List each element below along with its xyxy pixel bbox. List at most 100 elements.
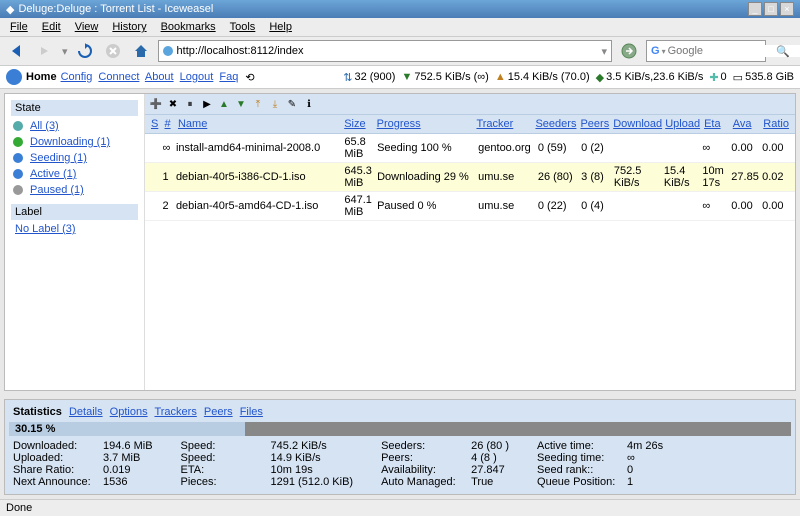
close-button[interactable]: ×: [780, 2, 794, 16]
queue-up-icon[interactable]: ▲: [217, 97, 231, 111]
table-header: S # Name Size Progress Tracker Seeders P…: [145, 115, 795, 134]
col-tracker[interactable]: Tracker: [474, 117, 533, 131]
col-name[interactable]: Name: [176, 117, 342, 131]
stat-dl: 752.5 KiB/s (∞): [414, 71, 488, 83]
preferences-icon[interactable]: ✎: [285, 97, 299, 111]
stat-key: Speed:: [181, 452, 271, 464]
link-connect[interactable]: Connect: [98, 71, 139, 83]
maximize-button[interactable]: □: [764, 2, 778, 16]
stat-conn: 32 (900): [354, 71, 395, 83]
sidebar-state-downloading[interactable]: Downloading (1): [26, 135, 114, 149]
google-icon: G: [651, 45, 660, 57]
remove-icon[interactable]: ✖: [166, 97, 180, 111]
col-upload[interactable]: Upload: [663, 117, 702, 131]
stat-key: Pieces:: [181, 476, 271, 488]
col-s[interactable]: S: [149, 117, 162, 131]
stat-val: 0: [627, 464, 633, 476]
col-num[interactable]: #: [162, 117, 175, 131]
tab-details[interactable]: Details: [69, 406, 103, 418]
search-dropdown-icon[interactable]: ▾: [662, 47, 666, 56]
stop-button[interactable]: [102, 40, 124, 62]
pause-icon[interactable]: ⏸: [183, 97, 197, 111]
menu-bookmarks[interactable]: Bookmarks: [155, 20, 222, 34]
col-eta[interactable]: Eta: [702, 117, 731, 131]
browser-menubar: File Edit View History Bookmarks Tools H…: [0, 18, 800, 37]
menu-view[interactable]: View: [69, 20, 105, 34]
menu-history[interactable]: History: [106, 20, 152, 34]
col-seeders[interactable]: Seeders: [533, 117, 578, 131]
forward-button[interactable]: [34, 40, 56, 62]
stat-key: Downloaded:: [13, 440, 103, 452]
url-bar[interactable]: ▾: [158, 40, 612, 62]
stat-key: Uploaded:: [13, 452, 103, 464]
sidebar-state-seeding[interactable]: Seeding (1): [26, 151, 91, 165]
link-config[interactable]: Config: [61, 71, 93, 83]
menu-help[interactable]: Help: [263, 20, 298, 34]
info-icon[interactable]: ℹ: [302, 97, 316, 111]
table-row[interactable]: 1 debian-40r5-i386-CD-1.iso 645.3 MiB Do…: [145, 163, 795, 192]
tab-files[interactable]: Files: [240, 406, 263, 418]
home-button[interactable]: [130, 40, 152, 62]
sidebar-state-all[interactable]: All (3): [26, 119, 63, 133]
stat-key: Seed rank::: [537, 464, 627, 476]
reload-button[interactable]: [74, 40, 96, 62]
stat-val: 1536: [103, 476, 127, 488]
queue-top-icon[interactable]: ⤒: [251, 97, 265, 111]
table-row[interactable]: ∞ install-amd64-minimal-2008.0 65.8 MiB …: [145, 134, 795, 163]
connections-icon: ⇅: [343, 71, 352, 84]
col-ava[interactable]: Ava: [731, 117, 762, 131]
stat-val: 10m 19s: [271, 464, 313, 476]
stat-val: 26 (80 ): [471, 440, 509, 452]
resume-icon[interactable]: ▶: [200, 97, 214, 111]
minimize-button[interactable]: _: [748, 2, 762, 16]
search-go-icon[interactable]: 🔍: [772, 40, 794, 62]
history-dropdown-icon[interactable]: ▾: [62, 45, 68, 58]
menu-file[interactable]: File: [4, 20, 34, 34]
tab-peers[interactable]: Peers: [204, 406, 233, 418]
url-input[interactable]: [177, 45, 598, 57]
stat-val: 3.7 MiB: [103, 452, 140, 464]
link-about[interactable]: About: [145, 71, 174, 83]
link-logout[interactable]: Logout: [180, 71, 214, 83]
go-button[interactable]: [618, 40, 640, 62]
window-title: Deluge:Deluge : Torrent List - Iceweasel: [18, 3, 213, 15]
stat-key: Auto Managed:: [381, 476, 471, 488]
add-icon[interactable]: ➕: [149, 97, 163, 111]
menu-tools[interactable]: Tools: [224, 20, 262, 34]
table-row[interactable]: 2 debian-40r5-amd64-CD-1.iso 647.1 MiB P…: [145, 192, 795, 221]
stat-val: 1: [627, 476, 633, 488]
back-button[interactable]: [6, 40, 28, 62]
row-seeders: 0 (59): [538, 142, 581, 154]
stat-val: 745.2 KiB/s: [271, 440, 327, 452]
tab-options[interactable]: Options: [110, 406, 148, 418]
stat-ul: 15.4 KiB/s (70.0): [508, 71, 590, 83]
stat-free: 535.8 GiB: [745, 71, 794, 83]
url-dropdown-icon[interactable]: ▾: [601, 45, 607, 58]
details-tabs: Statistics Details Options Trackers Peer…: [9, 404, 791, 420]
stat-key: Availability:: [381, 464, 471, 476]
stat-val: 27.847: [471, 464, 505, 476]
refresh-icon[interactable]: ⟲: [245, 71, 254, 84]
sidebar-state-paused[interactable]: Paused (1): [26, 183, 88, 197]
row-ul: 15.4 KiB/s: [664, 165, 703, 189]
link-faq[interactable]: Faq: [219, 71, 238, 83]
stat-val: 14.9 KiB/s: [271, 452, 321, 464]
tab-statistics[interactable]: Statistics: [13, 406, 62, 418]
col-size[interactable]: Size: [342, 117, 374, 131]
sidebar-state-active[interactable]: Active (1): [26, 167, 80, 181]
torrent-panel: ➕ ✖ ⏸ ▶ ▲ ▼ ⤒ ⤓ ✎ ℹ S # Name Size Progre…: [145, 94, 795, 390]
row-peers: 3 (8): [581, 171, 614, 183]
menu-edit[interactable]: Edit: [36, 20, 67, 34]
row-progress: Downloading 29 %: [377, 171, 478, 183]
col-ratio[interactable]: Ratio: [761, 117, 791, 131]
col-download[interactable]: Download: [611, 117, 663, 131]
queue-down-icon[interactable]: ▼: [234, 97, 248, 111]
col-peers[interactable]: Peers: [578, 117, 611, 131]
search-box[interactable]: G▾: [646, 40, 766, 62]
home-label: Home: [26, 71, 57, 83]
row-seeders: 0 (22): [538, 200, 581, 212]
queue-bottom-icon[interactable]: ⤓: [268, 97, 282, 111]
col-progress[interactable]: Progress: [375, 117, 475, 131]
tab-trackers[interactable]: Trackers: [154, 406, 196, 418]
sidebar-label-none[interactable]: No Label (3): [11, 222, 138, 236]
